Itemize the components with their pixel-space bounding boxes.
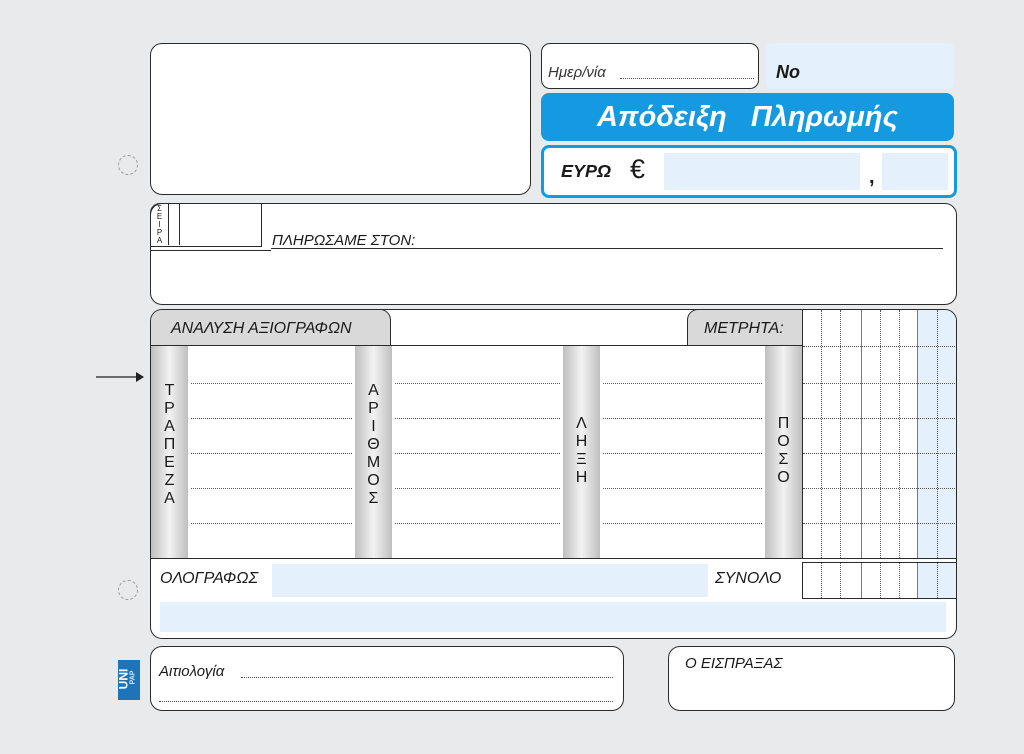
- grid-line-blue: [861, 563, 862, 598]
- grid-line: [840, 310, 841, 558]
- table-row[interactable]: [191, 453, 352, 454]
- title-bar: Απόδειξη Πληρωμής: [541, 93, 954, 141]
- table-row[interactable]: [603, 383, 762, 384]
- arrow-right-icon: [96, 372, 144, 382]
- number-label: No: [776, 62, 800, 82]
- grid-line-blue: [861, 310, 862, 558]
- analysis-rows: [151, 310, 803, 558]
- table-row[interactable]: [395, 383, 560, 384]
- table-row[interactable]: [603, 453, 762, 454]
- reason-label: Αιτιολογία: [159, 663, 225, 680]
- table-row[interactable]: [395, 418, 560, 419]
- series-field[interactable]: [179, 204, 261, 245]
- total-label: ΣΥΝΟΛΟ: [715, 570, 782, 587]
- payee-label: ΠΛΗΡΩΣΑΜΕ ΣΤΟΝ:: [272, 232, 416, 249]
- date-field[interactable]: [620, 78, 754, 79]
- in-words-field-2[interactable]: [160, 602, 946, 632]
- brand-bottom: PAP: [129, 670, 137, 685]
- totals-divider: [151, 558, 956, 559]
- table-row[interactable]: [395, 453, 560, 454]
- grid-line: [821, 310, 822, 558]
- grid-line-blue: [917, 310, 918, 558]
- grid-line: [937, 310, 938, 558]
- grid-row-line: [803, 418, 956, 419]
- analysis-section: ΑΝΑΛΥΣΗ ΑΞΙΟΓΡΑΦΩΝ ΜΕΤΡΗΤΑ: Τ Ρ Α Π Ε Ζ …: [150, 309, 957, 639]
- collector-box: Ο ΕΙΣΠΡΑΞΑΣ: [668, 646, 955, 711]
- in-words-field[interactable]: [272, 564, 708, 597]
- punch-hole-bottom: [118, 580, 138, 600]
- reason-field-2[interactable]: [159, 701, 613, 702]
- payee-box: Σ Ε Ι Ρ Α ΠΛΗΡΩΣΑΜΕ ΣΤΟΝ:: [150, 203, 957, 305]
- euro-amount-box: ΕΥΡΩ € ,: [541, 145, 957, 198]
- payee-divider: [151, 250, 271, 251]
- receipt-title: Απόδειξη Πληρωμής: [597, 100, 898, 133]
- grid-line: [880, 563, 881, 598]
- brand-logo: UNI PAP: [116, 660, 140, 700]
- total-grid[interactable]: [802, 562, 956, 599]
- collector-label: Ο ΕΙΣΠΡΑΞΑΣ: [685, 655, 783, 672]
- euro-cents-field[interactable]: [882, 153, 948, 190]
- grid-line: [899, 563, 900, 598]
- grid-row-line: [803, 488, 956, 489]
- cash-grid[interactable]: [802, 310, 956, 558]
- grid-line: [840, 563, 841, 598]
- currency-label: ΕΥΡΩ: [561, 161, 612, 181]
- table-row[interactable]: [191, 418, 352, 419]
- table-row[interactable]: [395, 523, 560, 524]
- grid-line: [880, 310, 881, 558]
- table-row[interactable]: [395, 488, 560, 489]
- number-box: No: [766, 43, 954, 89]
- table-row[interactable]: [603, 418, 762, 419]
- series-label: Σ Ε Ι Ρ Α: [151, 204, 169, 245]
- grid-line-blue: [917, 563, 918, 598]
- punch-hole-top: [118, 155, 138, 175]
- reason-field[interactable]: [241, 677, 613, 678]
- euro-icon: €: [630, 154, 646, 184]
- reason-box: Αιτιολογία: [150, 646, 624, 711]
- table-row[interactable]: [603, 523, 762, 524]
- table-row[interactable]: [603, 488, 762, 489]
- date-label: Ημερ/νία: [548, 64, 606, 81]
- grid-row-line: [803, 346, 956, 347]
- grid-line: [937, 563, 938, 598]
- decimal-separator: ,: [869, 166, 875, 188]
- grid-row-line: [803, 383, 956, 384]
- payee-field[interactable]: [271, 248, 943, 249]
- table-row[interactable]: [191, 523, 352, 524]
- company-stamp-box: [150, 43, 531, 195]
- brand-top: UNI: [116, 668, 131, 690]
- series-box: Σ Ε Ι Ρ Α: [150, 203, 262, 247]
- grid-line: [899, 310, 900, 558]
- in-words-label: ΟΛΟΓΡΑΦΩΣ: [160, 570, 259, 587]
- grid-line: [821, 563, 822, 598]
- date-box: Ημερ/νία: [541, 43, 759, 89]
- grid-row-line: [803, 453, 956, 454]
- euro-integer-field[interactable]: [664, 153, 860, 190]
- table-row[interactable]: [191, 488, 352, 489]
- table-row[interactable]: [191, 383, 352, 384]
- grid-row-line: [803, 523, 956, 524]
